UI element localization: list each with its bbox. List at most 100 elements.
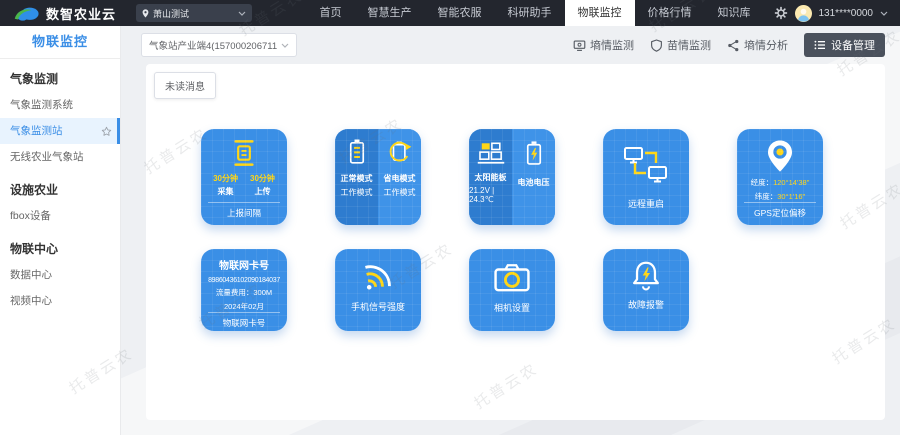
battery-icon [347, 138, 367, 166]
star-icon[interactable] [101, 126, 112, 137]
chevron-down-icon[interactable] [880, 11, 888, 16]
chevron-down-icon [281, 43, 289, 48]
nav-item-home[interactable]: 首页 [307, 0, 355, 26]
tile-remote-reboot[interactable]: 远程重启 [603, 129, 689, 225]
device-toolbar: 气象站产业端4(157000206711 墒情监测 [141, 32, 885, 58]
tile-label: 物联网卡号 [208, 312, 280, 335]
sidebar-item-wireless-station[interactable]: 无线农业气象站 [0, 144, 120, 170]
app-title: 数智农业云 [46, 4, 116, 23]
toolbar-actions: 墒情监测 苗情监测 [573, 33, 885, 57]
tile-label: 手机信号强度 [351, 300, 405, 313]
main-nav: 首页 智慧生产 智能农服 科研助手 物联监控 价格行情 知识库 [307, 0, 764, 26]
solar-value: 21.2V | 24.3℃ [469, 186, 512, 204]
tile-label: GPS定位偏移 [744, 202, 816, 225]
tile-iot-card[interactable]: 物联网卡号 89860436102090184037 流量费用：300M 202… [201, 249, 287, 331]
latitude-value: 30°1'16" [777, 192, 805, 201]
tile-label: 上报间隔 [208, 202, 280, 225]
seedling-monitor-button[interactable]: 苗情监测 [650, 37, 711, 53]
battery-bolt-icon [524, 140, 544, 167]
upload-interval-label: 上传 [250, 186, 275, 197]
iot-card-number: 89860436102090184037 [208, 277, 280, 284]
sidebar-item-fbox[interactable]: fbox设备 [0, 203, 120, 229]
sidebar-group-weather: 气象监测 [0, 59, 120, 92]
latitude-line: 纬度：30°1'16" [755, 191, 805, 202]
device-select[interactable]: 气象站产业端4(157000206711 [141, 33, 297, 57]
normal-mode-half[interactable]: 正常模式 工作模式 [335, 129, 378, 225]
gear-icon[interactable] [774, 6, 788, 20]
solar-panel-half[interactable]: 太阳能板 21.2V | 24.3℃ [469, 129, 512, 225]
sidebar-title: 物联监控 [0, 26, 120, 59]
sidebar-item-weather-system[interactable]: 气象监测系统 [0, 92, 120, 118]
cloud-leaf-logo-icon [14, 4, 40, 22]
main-content: 气象站产业端4(157000206711 墒情监测 [121, 26, 900, 435]
tile-report-interval[interactable]: 30分钟 采集 30分钟 上传 上报间隔 [201, 129, 287, 225]
sidebar: 物联监控 气象监测 气象监测系统 气象监测站 无线农业气象站 设施农业 fbox… [0, 26, 121, 435]
tile-signal-strength[interactable]: 手机信号强度 [335, 249, 421, 331]
device-panel-card: 未读消息 [146, 64, 885, 420]
interval-values: 30分钟 采集 30分钟 上传 [213, 173, 275, 197]
location-value: 萧山测试 [153, 7, 234, 20]
tile-work-mode: 正常模式 工作模式 省电模式 工作模 [335, 129, 421, 225]
normal-mode-sub: 工作模式 [341, 187, 373, 198]
battery-refresh-icon [387, 138, 413, 166]
username[interactable]: 131****0000 [819, 8, 874, 19]
battery-voltage-label: 电池电压 [518, 177, 550, 188]
alarm-bell-icon [629, 259, 663, 293]
tiles-row-2: 物联网卡号 89860436102090184037 流量费用：300M 202… [146, 249, 885, 331]
saving-mode-sub: 工作模式 [384, 187, 416, 198]
map-pin-icon [764, 138, 796, 174]
tile-camera-settings[interactable]: 相机设置 [469, 249, 555, 331]
solar-panel-icon [476, 141, 506, 165]
nav-item-iot-monitor[interactable]: 物联监控 [565, 0, 635, 26]
iot-card-date: 2024年02月 [224, 301, 264, 312]
nav-item-production[interactable]: 智慧生产 [355, 0, 425, 26]
tile-gps[interactable]: 经度：120°14'38" 纬度：30°1'16" GPS定位偏移 [737, 129, 823, 225]
location-pin-icon [142, 9, 149, 18]
soil-monitor-button[interactable]: 墒情监测 [573, 37, 634, 53]
tile-power: 太阳能板 21.2V | 24.3℃ 电池电压 [469, 129, 555, 225]
saving-mode-half[interactable]: 省电模式 工作模式 [378, 129, 421, 225]
avatar[interactable] [795, 5, 812, 22]
tile-fault-alarm[interactable]: 故障报警 [603, 249, 689, 331]
camera-icon [493, 262, 531, 293]
app-logo[interactable]: 数智农业云 [0, 4, 126, 23]
location-selector[interactable]: 萧山测试 [136, 4, 252, 22]
shield-icon [650, 39, 663, 52]
iot-card-traffic: 流量费用：300M [216, 287, 272, 298]
wifi-signal-icon [357, 256, 399, 296]
share-nodes-icon [727, 39, 740, 52]
nav-item-price[interactable]: 价格行情 [635, 0, 705, 26]
analysis-button[interactable]: 墒情分析 [727, 37, 788, 53]
tile-label: 相机设置 [494, 301, 530, 314]
latitude-label: 纬度： [755, 192, 778, 201]
sidebar-group-iot-center: 物联中心 [0, 229, 120, 262]
monitor-screen-icon [573, 39, 586, 52]
nav-item-knowledge[interactable]: 知识库 [705, 0, 764, 26]
collect-interval-value: 30分钟 [213, 173, 238, 184]
chevron-down-icon [238, 11, 246, 16]
longitude-line: 经度：120°14'38" [751, 177, 810, 188]
menu-list-icon [814, 40, 826, 50]
tile-label: 故障报警 [628, 298, 664, 311]
tiles-row-1: 30分钟 采集 30分钟 上传 上报间隔 [146, 129, 885, 225]
battery-voltage-half[interactable]: 电池电压 [512, 129, 555, 225]
sidebar-item-weather-station[interactable]: 气象监测站 [0, 118, 120, 144]
device-select-value: 气象站产业端4(157000206711 [149, 38, 277, 52]
interval-icon [229, 138, 259, 168]
longitude-value: 120°14'38" [773, 178, 809, 187]
longitude-label: 经度： [751, 178, 774, 187]
app-root: 数智农业云 萧山测试 首页 智慧生产 智能农服 科研助手 物联监控 价格行情 知… [0, 0, 900, 435]
nav-item-agriservice[interactable]: 智能农服 [425, 0, 495, 26]
remote-computers-icon [623, 145, 669, 185]
saving-mode-title: 省电模式 [384, 173, 416, 184]
sidebar-item-data-center[interactable]: 数据中心 [0, 262, 120, 288]
collect-interval-label: 采集 [213, 186, 238, 197]
nav-item-research[interactable]: 科研助手 [495, 0, 565, 26]
sidebar-item-video-center[interactable]: 视频中心 [0, 288, 120, 314]
normal-mode-title: 正常模式 [341, 173, 373, 184]
solar-label: 太阳能板 [475, 172, 507, 183]
device-manage-button[interactable]: 设备管理 [804, 33, 885, 57]
top-navbar: 数智农业云 萧山测试 首页 智慧生产 智能农服 科研助手 物联监控 价格行情 知… [0, 0, 900, 26]
sidebar-group-facility: 设施农业 [0, 170, 120, 203]
unread-messages-button[interactable]: 未读消息 [154, 72, 216, 99]
